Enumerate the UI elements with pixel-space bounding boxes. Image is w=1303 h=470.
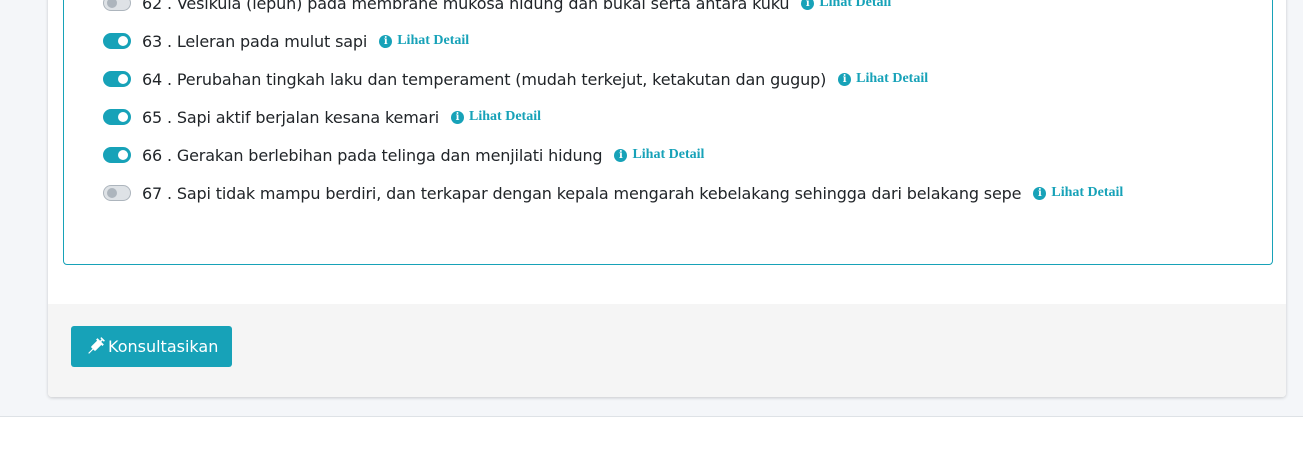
info-circle-icon: i [379,34,393,48]
toggle-knob [118,74,128,84]
card-body: 61 . Menggosokkan bibir dan menggeretakk… [48,0,1286,304]
symptom-label: 63 . Leleran pada mulut sapi [142,31,368,51]
symptom-toggle-switch[interactable] [103,185,131,201]
info-circle-icon: i [801,0,815,10]
view-detail-label: Lihat Detail [856,71,929,86]
toggle-knob [107,0,117,8]
card-footer: Konsultasikan [48,304,1286,397]
symptom-label: 64 . Perubahan tingkah laku dan temperam… [142,69,827,89]
symptom-row: 66 . Gerakan berlebihan pada telinga dan… [103,143,704,167]
symptom-toggle-switch[interactable] [103,109,131,125]
info-circle-icon: i [1033,186,1047,200]
syringe-icon [88,336,105,354]
toggle-knob [118,36,128,46]
symptom-row: 63 . Leleran pada mulut sapi i Lihat Detai… [103,29,469,53]
symptom-toggle-switch[interactable] [103,33,131,49]
toggle-knob [118,150,128,160]
view-detail-label: Lihat Detail [397,33,470,48]
symptom-label: 66 . Gerakan berlebihan pada telinga dan… [142,145,603,165]
view-detail-label: Lihat Detail [819,0,892,10]
consult-button[interactable]: Konsultasikan [71,326,233,367]
toggle-knob [107,188,117,198]
view-detail-label: Lihat Detail [632,147,705,162]
symptom-label: 67 . Sapi tidak mampu berdiri, dan terka… [142,183,1022,203]
symptom-row: 67 . Sapi tidak mampu berdiri, dan terka… [103,181,1123,205]
symptom-row: 64 . Perubahan tingkah laku dan temperam… [103,67,928,91]
view-detail-label: Lihat Detail [469,109,541,124]
view-detail-link[interactable]: i Lihat Detail [1033,185,1123,201]
info-circle-icon: i [451,110,465,124]
toggle-knob [118,112,128,122]
info-circle-icon: i [614,148,628,162]
view-detail-link[interactable]: i Lihat Detail [801,0,891,11]
symptom-list-box: 61 . Menggosokkan bibir dan menggeretakk… [63,0,1273,265]
symptom-row: 62 . Vesikula (lepuh) pada membrane muko… [103,0,891,15]
info-circle-icon: i [838,72,852,86]
view-detail-link[interactable]: i Lihat Detail [451,109,541,125]
consult-button-label: Konsultasikan [108,337,219,356]
view-detail-link[interactable]: i Lihat Detail [838,71,928,87]
view-detail-link[interactable]: i Lihat Detail [614,147,704,163]
symptom-toggle-switch[interactable] [103,0,131,11]
symptom-toggle-switch[interactable] [103,71,131,87]
symptom-label: 62 . Vesikula (lepuh) pada membrane muko… [142,0,790,13]
symptom-toggle-switch[interactable] [103,147,131,163]
view-detail-link[interactable]: i Lihat Detail [379,33,469,49]
consultation-card: 61 . Menggosokkan bibir dan menggeretakk… [48,0,1286,397]
symptom-row: 65 . Sapi aktif berjalan kesana kemari i L… [103,105,541,129]
symptom-label: 65 . Sapi aktif berjalan kesana kemari [142,107,440,127]
view-detail-label: Lihat Detail [1051,185,1124,200]
